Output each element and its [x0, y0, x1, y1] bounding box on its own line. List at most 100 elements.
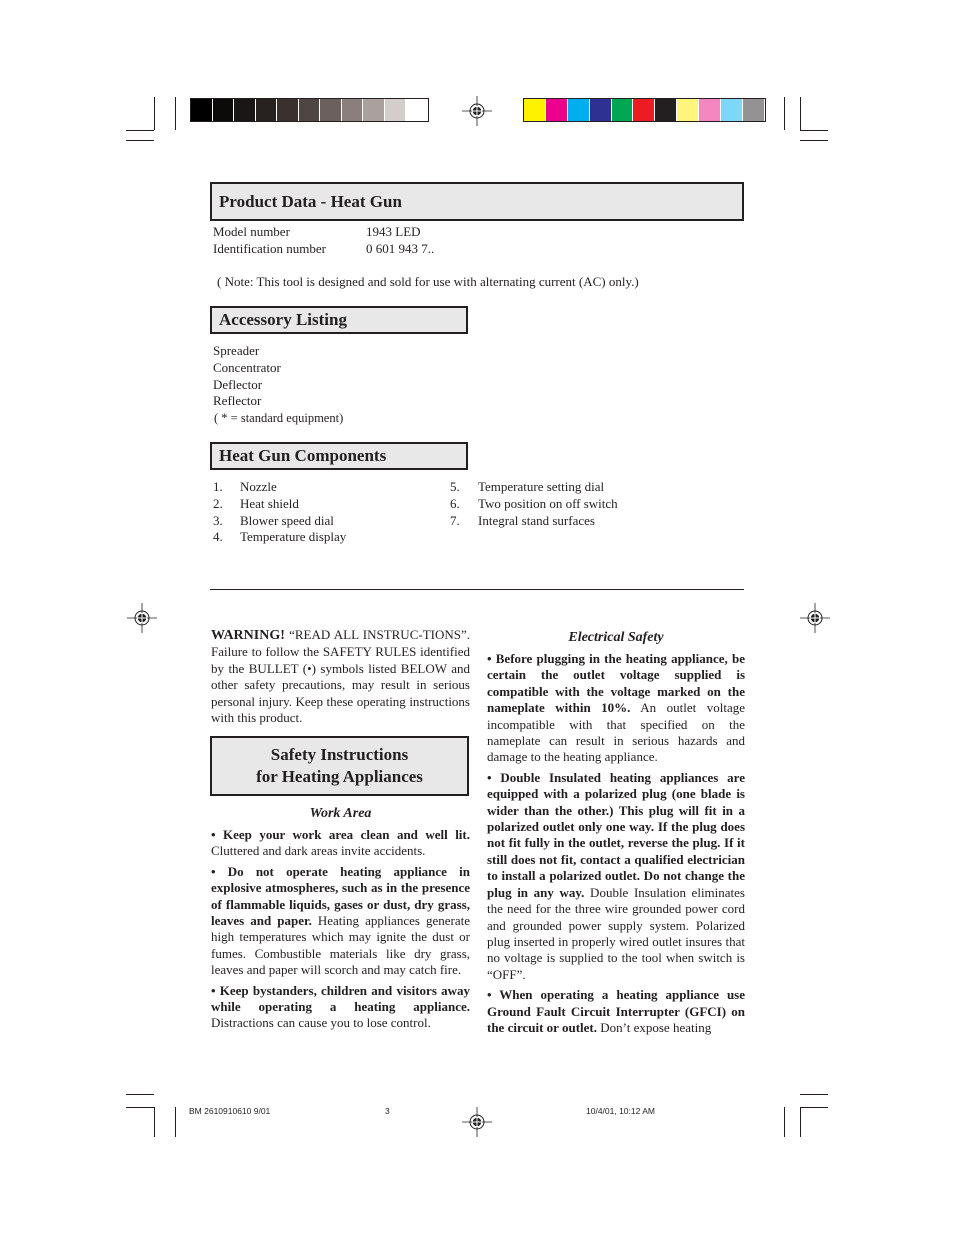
accessory-listing-heading: Accessory Listing: [210, 306, 468, 334]
component-label: Integral stand surfaces: [478, 513, 595, 528]
electrical-rule: • Double Insulated heating appliances ar…: [487, 770, 745, 983]
accessory-listing-title: Accessory Listing: [219, 310, 347, 329]
electrical-rule: • When operating a heating appliance use…: [487, 987, 745, 1036]
accessory-footnote: ( * = standard equipment): [214, 411, 344, 425]
model-number-label: Model number: [213, 224, 290, 239]
accessory-item: Spreader: [213, 343, 260, 358]
color-swatch: [234, 99, 256, 121]
component-number: 1.: [213, 479, 223, 494]
registration-mark-icon: [462, 96, 492, 126]
color-swatch: [677, 99, 700, 121]
color-swatch: [699, 99, 722, 121]
component-number: 5.: [450, 479, 460, 494]
work-area-rule: • Do not operate heating appliance in ex…: [211, 864, 470, 979]
safety-heading-line2: for Heating Appliances: [256, 767, 423, 786]
component-label: Temperature setting dial: [478, 479, 605, 494]
electrical-safety-title: Electrical Safety: [568, 630, 664, 645]
left-column: WARNING! “READ ALL INSTRUC-TIONS”. Failu…: [211, 627, 470, 730]
identification-number-value: 0 601 943 7..: [366, 241, 435, 256]
component-number: 3.: [213, 513, 223, 528]
color-swatch: [655, 99, 678, 121]
component-number: 6.: [450, 496, 460, 511]
work-area-rule: • Keep bystanders, children and visitors…: [211, 983, 470, 1032]
color-swatch: [191, 99, 213, 121]
color-swatch: [721, 99, 743, 121]
page-number: 3: [385, 1106, 390, 1116]
color-swatch: [255, 99, 277, 121]
crop-mark: [800, 97, 801, 130]
product-data-heading: Product Data - Heat Gun: [210, 182, 744, 221]
component-label: Heat shield: [240, 496, 299, 511]
color-swatch: [320, 99, 342, 121]
product-data-title: Product Data - Heat Gun: [219, 191, 402, 211]
section-divider: [210, 589, 744, 590]
color-swatch: [611, 99, 634, 121]
component-label: Blower speed dial: [240, 513, 334, 528]
color-swatch: [589, 99, 612, 121]
work-area-title: Work Area: [309, 806, 372, 821]
crop-mark: [800, 1107, 828, 1108]
accessory-item: Concentrator: [213, 360, 281, 375]
color-swatch: [742, 99, 765, 121]
job-slug: BM 2610910610 9/01: [189, 1106, 271, 1116]
registration-mark-icon: [127, 603, 157, 633]
rule-bold: • Double Insulated heating appliances ar…: [487, 769, 745, 900]
safety-instructions-heading: Safety Instructions for Heating Applianc…: [210, 736, 469, 796]
print-timestamp: 10/4/01, 10:12 AM: [586, 1106, 655, 1116]
color-swatch: [524, 99, 546, 121]
crop-mark: [126, 140, 154, 141]
crop-mark: [126, 1094, 154, 1095]
crop-mark: [126, 1107, 154, 1108]
color-swatch: [633, 99, 656, 121]
crop-mark: [126, 130, 154, 131]
model-number-value: 1943 LED: [366, 224, 421, 239]
color-swatch: [567, 99, 590, 121]
color-swatch: [363, 99, 385, 121]
components-heading: Heat Gun Components: [210, 442, 468, 470]
warning-paragraph: WARNING! “READ ALL INSTRUC-TIONS”. Failu…: [211, 627, 470, 726]
crop-mark: [154, 1107, 155, 1137]
color-swatch: [406, 99, 428, 121]
rule-bold: • Keep your work area clean and well lit…: [211, 827, 470, 842]
grayscale-calibration-bar: [190, 98, 429, 122]
color-swatch: [298, 99, 320, 121]
rule-bold: • Keep bystanders, children and visitors…: [211, 982, 470, 1015]
color-swatch: [212, 99, 234, 121]
crop-mark: [175, 97, 176, 130]
color-calibration-bar: [523, 98, 766, 122]
crop-mark: [800, 130, 828, 131]
component-label: Two position on off switch: [478, 496, 618, 511]
crop-mark: [800, 140, 828, 141]
work-area-rule: • Keep your work area clean and well lit…: [211, 827, 470, 860]
component-label: Nozzle: [240, 479, 277, 494]
color-swatch: [384, 99, 406, 121]
components-title: Heat Gun Components: [219, 446, 387, 465]
rule-text: Distractions can cause you to lose contr…: [211, 1015, 431, 1031]
crop-mark: [784, 97, 785, 130]
component-number: 2.: [213, 496, 223, 511]
crop-mark: [784, 1107, 785, 1137]
work-area-section: Work Area • Keep your work area clean an…: [211, 805, 470, 1036]
identification-number-label: Identification number: [213, 241, 326, 256]
rule-text: Don’t expose heating: [597, 1019, 712, 1035]
registration-mark-icon: [462, 1107, 492, 1137]
crop-mark: [175, 1107, 176, 1137]
component-number: 4.: [213, 529, 223, 544]
crop-mark: [154, 97, 155, 130]
color-swatch: [545, 99, 568, 121]
accessory-item: Reflector: [213, 393, 262, 408]
color-swatch: [341, 99, 363, 121]
warning-label: WARNING!: [211, 628, 285, 643]
safety-heading-line1: Safety Instructions: [270, 745, 409, 764]
rule-text: Cluttered and dark areas invite accident…: [211, 843, 426, 859]
color-swatch: [277, 99, 299, 121]
electrical-safety-section: Electrical Safety • Before plugging in t…: [487, 629, 745, 1040]
electrical-rule: • Before plugging in the heating applian…: [487, 651, 745, 766]
crop-mark: [800, 1107, 801, 1137]
accessory-item: Deflector: [213, 377, 263, 392]
ac-note: ( Note: This tool is designed and sold f…: [217, 274, 639, 289]
registration-mark-icon: [800, 603, 830, 633]
crop-mark: [800, 1094, 828, 1095]
component-number: 7.: [450, 513, 460, 528]
component-label: Temperature display: [240, 529, 347, 544]
